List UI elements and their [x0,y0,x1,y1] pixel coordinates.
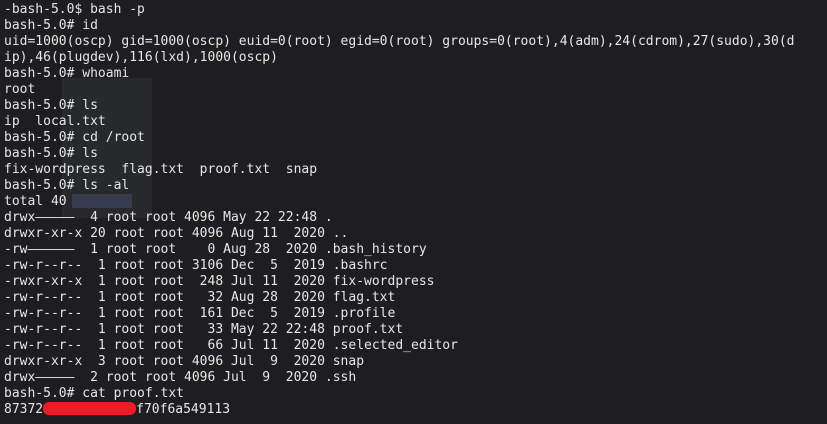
terminal-line: -rwxr-xr-x 1 root root 248 Jul 11 2020 f… [4,274,435,289]
terminal-line: drwxr-xr-x 20 root root 4096 Aug 11 2020… [4,226,349,241]
terminal-line: drwxr-xr-x 3 root root 4096 Jul 9 2020 s… [4,354,365,369]
terminal-line: bash-5.0# ls [4,98,98,113]
terminal-line: ip local.txt [4,114,106,129]
terminal-line: bash-5.0# ls -al [4,178,130,193]
terminal-line: bash-5.0# ls [4,146,98,161]
terminal-output: -bash-5.0$ bash -p bash-5.0# id uid=1000(o… [4,2,827,402]
terminal-window[interactable]: -bash-5.0$ bash -p bash-5.0# id uid=1000(o… [0,0,827,424]
terminal-line: total 40 [4,194,67,209]
terminal-line: ip),46(plugdev),116(lxd),1000(oscp) [4,50,278,65]
terminal-line: fix-wordpress flag.txt proof.txt snap [4,162,318,177]
terminal-line: bash-5.0# id [4,18,98,33]
terminal-line: bash-5.0# whoami [4,66,130,81]
terminal-line: drwx————— 4 root root 4096 May 22 22:48 … [4,210,333,225]
terminal-line: uid=1000(oscp) gid=1000(oscp) euid=0(roo… [4,34,795,49]
terminal-line: -rw-r--r-- 1 root root 3106 Dec 5 2019 .… [4,258,388,273]
terminal-line: root [4,82,36,97]
terminal-line: -rw-r--r-- 1 root root 161 Dec 5 2019 .p… [4,306,396,321]
terminal-line: -bash-5.0$ bash -p [4,2,145,17]
terminal-line: bash-5.0# cd /root [4,130,145,145]
terminal-line: bash-5.0# cat proof.txt [4,386,185,401]
proof-suffix: f70f6a549113 [136,402,231,417]
terminal-line: drwx————— 2 root root 4096 Jul 9 2020 .s… [4,370,357,385]
terminal-line: -rw—————— 1 root root 0 Aug 28 2020 .bas… [4,242,427,257]
redaction-box [43,402,137,415]
terminal-line: -rw-r--r-- 1 root root 33 May 22 22:48 p… [4,322,404,337]
proof-output-line: 87372 f70f6a549113 [4,402,827,418]
terminal-line: -rw-r--r-- 1 root root 66 Jul 11 2020 .s… [4,338,458,353]
proof-prefix: 87372 [4,402,44,417]
terminal-line: -rw-r--r-- 1 root root 32 Aug 28 2020 fl… [4,290,396,305]
